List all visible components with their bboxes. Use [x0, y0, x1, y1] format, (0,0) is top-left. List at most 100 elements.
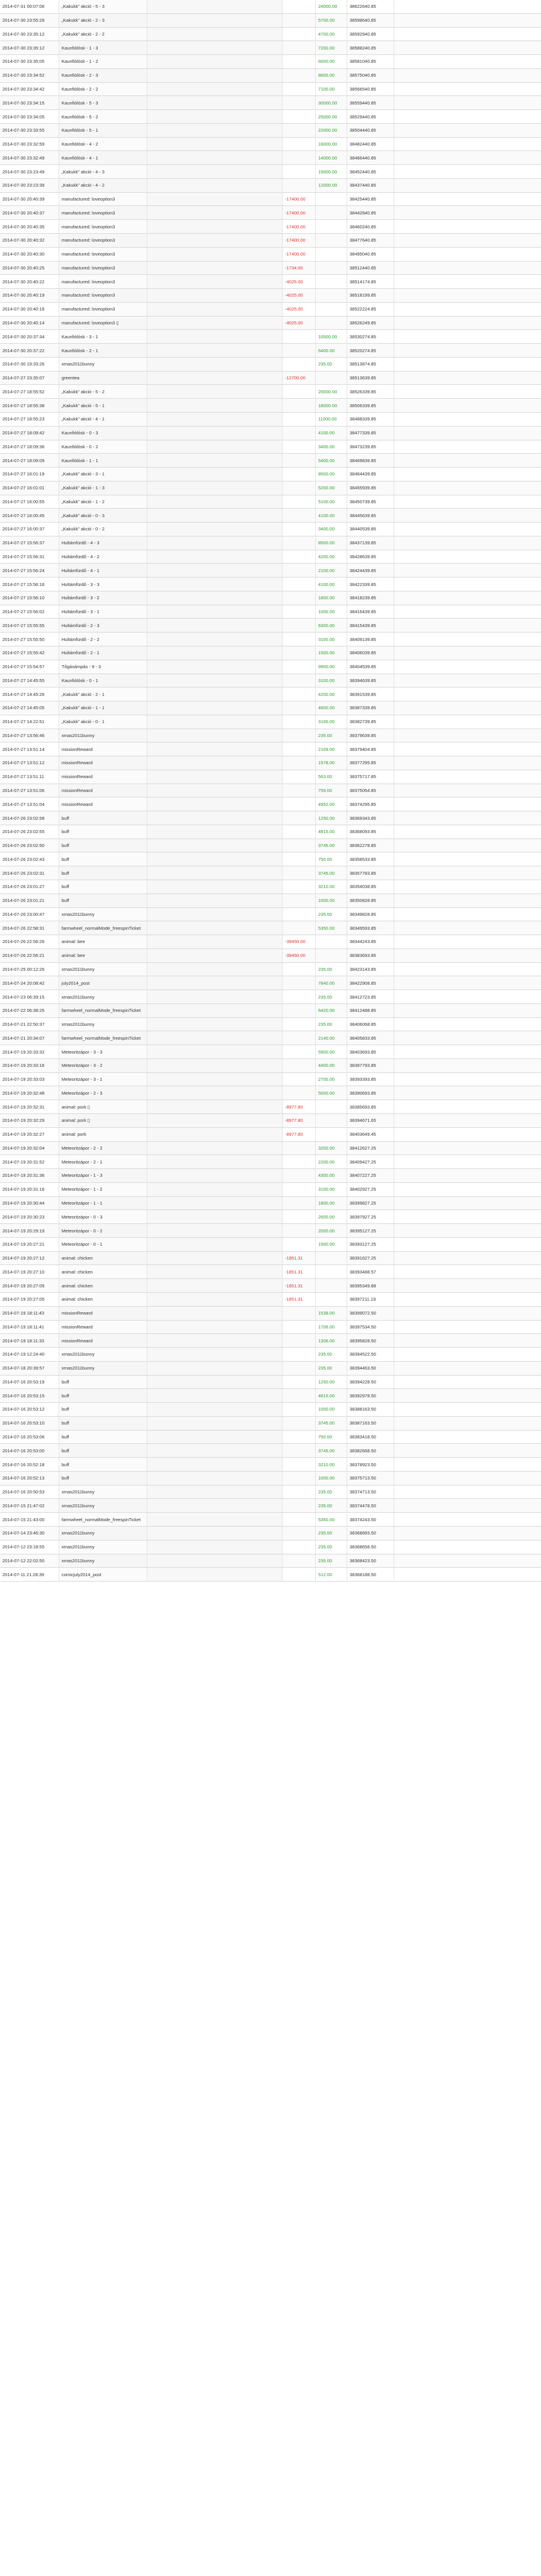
description-cell: farmwheel_normalMode_freespinTicket: [59, 921, 147, 935]
outgoing-amount-cell: [283, 165, 316, 178]
empty-cell: [147, 440, 283, 454]
date-cell: 2014-07-26 23:02:43: [0, 852, 59, 866]
description-cell: Meteoritzápor - 1 - 2: [59, 1182, 147, 1196]
table-row: 2014-07-27 15:55:55 Hultámfürdő - 2 - 3 …: [0, 619, 541, 633]
empty-cell: [394, 151, 541, 164]
empty-cell: [147, 1237, 283, 1251]
empty-cell: [394, 1086, 541, 1100]
table-row: 2014-07-27 16:01:19 „Kakukk" akció - 3 -…: [0, 468, 541, 481]
outgoing-amount-cell: -17400.00: [283, 206, 316, 220]
table-row: 2014-07-27 16:01:01 „Kakukk" akció - 1 -…: [0, 481, 541, 495]
empty-cell: [394, 1431, 541, 1444]
date-cell: 2014-07-26 23:02:55: [0, 825, 59, 839]
description-cell: „Kakukk" akció - 0 - 2: [59, 523, 147, 536]
description-cell: manufactured: loveoption3 ▯: [59, 316, 147, 330]
description-cell: comicjuly2014_post: [59, 1568, 147, 1582]
date-cell: 2014-07-26 22:58:31: [0, 921, 59, 935]
outgoing-amount-cell: [283, 1513, 316, 1526]
empty-cell: [394, 454, 541, 467]
incoming-amount-cell: 5100.00: [316, 495, 347, 509]
empty-cell: [147, 509, 283, 523]
outgoing-amount-cell: [283, 481, 316, 495]
incoming-amount-cell: 3210.00: [316, 880, 347, 894]
description-cell: animal: pork ▯: [59, 1114, 147, 1127]
description-cell: buff: [59, 1375, 147, 1389]
description-cell: Meteoritzápor - 3 - 3: [59, 1045, 147, 1058]
incoming-amount-cell: [316, 206, 347, 220]
incoming-amount-cell: 10000.00: [316, 330, 347, 344]
description-cell: xmas2011bunny: [59, 1499, 147, 1513]
outgoing-amount-cell: [283, 1554, 316, 1568]
description-cell: animal: bee: [59, 935, 147, 948]
empty-cell: [147, 55, 283, 68]
date-cell: 2014-07-27 18:09:42: [0, 426, 59, 440]
incoming-amount-cell: 1000.00: [316, 894, 347, 907]
empty-cell: [394, 1155, 541, 1168]
empty-cell: [394, 1142, 541, 1155]
empty-cell: [394, 399, 541, 412]
balance-cell: 38397793.85: [347, 1058, 394, 1072]
incoming-amount-cell: 18000.00: [316, 399, 347, 412]
empty-cell: [394, 784, 541, 797]
incoming-amount-cell: 3400.00: [316, 523, 347, 536]
incoming-amount-cell: 4400.00: [316, 1058, 347, 1072]
incoming-amount-cell: [316, 1251, 347, 1265]
incoming-amount-cell: 2600.00: [316, 1210, 347, 1224]
incoming-amount-cell: 750.00: [316, 852, 347, 866]
balance-cell: 38412627.25: [347, 1141, 394, 1155]
outgoing-amount-cell: [283, 1540, 316, 1554]
outgoing-amount-cell: [283, 921, 316, 935]
empty-cell: [394, 1279, 541, 1292]
outgoing-amount-cell: [283, 1017, 316, 1031]
balance-cell: 38622640.85: [347, 0, 394, 13]
description-cell: Meteoritzápor - 0 - 1: [59, 1237, 147, 1251]
description-cell: manufactured: loveoption3: [59, 192, 147, 206]
outgoing-amount-cell: [283, 1306, 316, 1320]
incoming-amount-cell: 3100.00: [316, 674, 347, 687]
balance-cell: 38518199.85: [347, 289, 394, 302]
empty-cell: [147, 96, 283, 110]
empty-cell: [147, 674, 283, 687]
outgoing-amount-cell: [283, 330, 316, 344]
balance-cell: 38488339.85: [347, 412, 394, 426]
table-row: 2014-07-30 23:35:12 „Kakukk" akció - 2 -…: [0, 27, 541, 42]
balance-cell: 38394228.50: [347, 1375, 394, 1389]
table-row: 2014-07-16 20:53:00 buff 3745.00 3838266…: [0, 1444, 541, 1458]
outgoing-amount-cell: -39450.00: [283, 935, 316, 948]
incoming-amount-cell: 5350.00: [316, 1513, 347, 1526]
empty-cell: [394, 578, 541, 591]
outgoing-amount-cell: [283, 990, 316, 1003]
empty-cell: [147, 192, 283, 206]
empty-cell: [147, 1458, 283, 1471]
outgoing-amount-cell: [283, 1169, 316, 1182]
outgoing-amount-cell: [283, 1499, 316, 1513]
description-cell: xmas2011bunny: [59, 907, 147, 921]
table-row: 2014-07-21 20:34:07 farmwheel_normalMode…: [0, 1031, 541, 1046]
balance-cell: 38397534.50: [347, 1320, 394, 1334]
description-cell: greentea: [59, 371, 147, 385]
empty-cell: [147, 206, 283, 220]
table-row: 2014-07-19 20:32:31 animal: pork ▯ -8977…: [0, 1100, 541, 1115]
table-row: 2014-07-26 23:02:50 buff 3745.00 3836227…: [0, 839, 541, 853]
incoming-amount-cell: 1800.00: [316, 591, 347, 605]
empty-cell: [147, 1031, 283, 1045]
outgoing-amount-cell: [283, 880, 316, 894]
balance-cell: 38349593.85: [347, 921, 394, 935]
outgoing-amount-cell: [283, 426, 316, 440]
table-row: 2014-07-30 20:40:22 manufactured: loveop…: [0, 275, 541, 289]
incoming-amount-cell: [316, 1114, 347, 1127]
date-cell: 2014-07-21 22:50:37: [0, 1017, 59, 1031]
balance-cell: 38452440.85: [347, 165, 394, 178]
description-cell: animal: chicken: [59, 1251, 147, 1265]
balance-cell: 38394639.85: [347, 674, 394, 687]
incoming-amount-cell: 1306.00: [316, 1334, 347, 1348]
date-cell: 2014-07-27 15:55:55: [0, 619, 59, 633]
date-cell: 2014-07-27 18:55:38: [0, 399, 59, 412]
balance-cell: 38575040.85: [347, 68, 394, 82]
incoming-amount-cell: 3745.00: [316, 1444, 347, 1458]
outgoing-amount-cell: [283, 468, 316, 481]
description-cell: buff: [59, 1471, 147, 1485]
empty-cell: [394, 413, 541, 426]
date-cell: 2014-07-19 20:27:09: [0, 1279, 59, 1292]
empty-cell: [394, 564, 541, 577]
